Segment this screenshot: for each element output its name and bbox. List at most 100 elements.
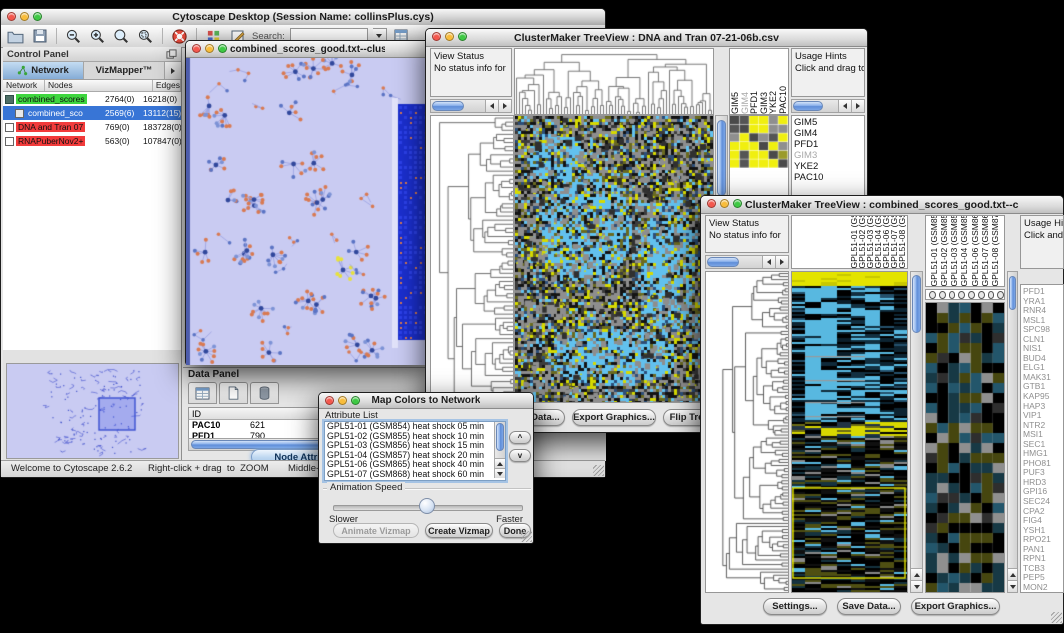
usage-hints-title: Usage Hints xyxy=(1024,218,1060,230)
close-button[interactable] xyxy=(432,32,441,41)
zoom-heatmap-canvas[interactable] xyxy=(926,303,1004,592)
open-file-button[interactable] xyxy=(6,27,25,46)
resize-grip[interactable] xyxy=(593,465,604,476)
edge-attribute-tab[interactable] xyxy=(219,382,248,404)
zoom-heatmap-canvas[interactable] xyxy=(730,116,788,168)
row-label[interactable]: PAC10 xyxy=(794,172,864,183)
network-list-row[interactable]: combined_scores 2764(0) 16218(0) xyxy=(3,92,181,106)
row-label[interactable]: GIM5 xyxy=(794,117,864,128)
tab-network[interactable]: Network xyxy=(3,62,84,79)
zoom-button[interactable] xyxy=(351,396,360,405)
delete-attribute-tab[interactable] xyxy=(250,382,279,404)
minimize-button[interactable] xyxy=(205,44,214,53)
attribute-item[interactable]: GPL51-07 (GSM868) heat shock 60 min xyxy=(325,470,505,480)
close-button[interactable] xyxy=(192,44,201,53)
node-attribute-tab[interactable] xyxy=(188,382,217,404)
gene-list-scrollbar[interactable] xyxy=(1007,271,1018,593)
zoom-out-button[interactable] xyxy=(64,27,83,46)
network-list-row[interactable]: RNAPuberNov2+ 563(0) 107847(0) xyxy=(3,134,181,148)
column-label[interactable]: GPL51-03 (GSM856 xyxy=(950,215,959,286)
dialog-title-bar[interactable]: Map Colors to Network xyxy=(319,393,533,409)
column-label[interactable]: GPL51-01 (GSM854 xyxy=(930,215,939,286)
listbox-scrollbar[interactable] xyxy=(494,422,505,478)
usage-scrollbar[interactable] xyxy=(791,99,865,113)
column-label[interactable]: GPL51-04 (GSM857 xyxy=(960,215,969,286)
column-header[interactable]: Network xyxy=(3,80,45,91)
row-dendrogram-canvas[interactable] xyxy=(431,116,513,402)
network-window-title-bar[interactable]: combined_scores_good.txt--cluste... xyxy=(186,41,429,58)
zoom-fit-button[interactable] xyxy=(112,27,131,46)
column-label[interactable]: PAC10 xyxy=(779,86,789,114)
zoom-heatmap-panel xyxy=(925,302,1005,593)
column-header[interactable]: Edges xyxy=(153,80,181,91)
network-view-canvas[interactable] xyxy=(186,58,429,365)
zoom-button[interactable] xyxy=(458,32,467,41)
save-button[interactable] xyxy=(30,27,49,46)
settings-button[interactable]: Settings... xyxy=(763,598,827,615)
close-button[interactable] xyxy=(707,199,716,208)
column-label[interactable]: GPL51-08 (GSM872 xyxy=(898,215,906,268)
treeview-dna-title: ClusterMaker TreeView : DNA and Tran 07-… xyxy=(514,32,779,44)
row-dendrogram-canvas[interactable] xyxy=(706,272,788,592)
status-scrollbar[interactable] xyxy=(705,255,789,269)
resize-grip[interactable] xyxy=(521,531,532,542)
save-data-button[interactable]: Save Data... xyxy=(837,598,901,615)
tab-vizmapper[interactable]: VizMapper™ xyxy=(84,62,165,79)
resize-grip[interactable] xyxy=(1051,612,1062,623)
zoom-region-icon xyxy=(137,28,154,45)
tab-overflow-button[interactable] xyxy=(165,62,181,79)
column-label[interactable]: GPL51-08 (GSM872 xyxy=(991,215,1000,286)
minimize-button[interactable] xyxy=(445,32,454,41)
network-overview-canvas[interactable] xyxy=(6,363,179,459)
usage-hints-text: Click and drag xyxy=(1024,230,1060,242)
global-heatmap-canvas[interactable] xyxy=(792,272,907,592)
network-list-row[interactable]: DNA and Tran 07 769(0) 183728(0) xyxy=(3,120,181,134)
treeview-combined-title-bar[interactable]: ClusterMaker TreeView : combined_scores_… xyxy=(701,196,1063,214)
network-nodes-count: 2569(6) xyxy=(105,108,143,118)
close-button[interactable] xyxy=(7,12,16,21)
main-title-bar[interactable]: Cytoscape Desktop (Session Name: collins… xyxy=(1,9,605,26)
column-label[interactable]: GPL51-02 (GSM855 xyxy=(940,215,949,286)
animation-speed-slider-thumb[interactable] xyxy=(419,498,435,514)
row-label[interactable]: YKE2 xyxy=(794,161,864,172)
global-heatmap-canvas[interactable] xyxy=(515,116,713,402)
zoom-button[interactable] xyxy=(218,44,227,53)
column-header[interactable]: Nodes xyxy=(45,80,153,91)
float-panel-icon[interactable] xyxy=(166,49,177,60)
minimize-button[interactable] xyxy=(20,12,29,21)
move-down-button[interactable]: v xyxy=(509,449,531,462)
zoom-button[interactable] xyxy=(733,199,742,208)
network-list-row[interactable]: combined_sco 2569(6) 13112(15) xyxy=(3,106,181,120)
column-header[interactable]: ID xyxy=(189,409,332,419)
export-graphics-button[interactable]: Export Graphics... xyxy=(572,409,656,426)
control-panel-title: Control Panel xyxy=(7,49,69,60)
folder-icon xyxy=(7,28,24,45)
create-vizmap-button[interactable]: Create Vizmap xyxy=(425,523,493,538)
minimize-button[interactable] xyxy=(338,396,347,405)
treeview-dna-title-bar[interactable]: ClusterMaker TreeView : DNA and Tran 07-… xyxy=(426,29,867,47)
heatmap-vertical-scrollbar[interactable] xyxy=(910,271,923,593)
gene-label[interactable]: MON2 xyxy=(1023,583,1063,593)
close-button[interactable] xyxy=(325,396,334,405)
move-up-button[interactable]: ^ xyxy=(509,431,531,444)
zoom-button[interactable] xyxy=(33,12,42,21)
column-dendrogram-canvas[interactable] xyxy=(515,49,713,114)
window-controls xyxy=(7,12,42,21)
status-scrollbar[interactable] xyxy=(430,99,512,113)
zoom-column-labels: GPL51-01 (GSM854GPL51-02 (GSM855GPL51-03… xyxy=(925,215,1005,287)
attribute-listbox[interactable]: GPL51-01 (GSM854) heat shock 05 minGPL51… xyxy=(324,421,506,481)
column-label[interactable]: GPL51-06 (GSM865 xyxy=(971,215,980,286)
export-graphics-button[interactable]: Export Graphics... xyxy=(911,598,1000,615)
usage-hints-panel: Usage Hints Click and drag to xyxy=(791,48,865,97)
network-name: RNAPuberNov2+ xyxy=(16,136,85,146)
zoom-selected-button[interactable] xyxy=(136,27,155,46)
row-label[interactable]: GIM3 xyxy=(794,150,864,161)
scroll-down-icon xyxy=(914,585,920,589)
zoom-in-button[interactable] xyxy=(88,27,107,46)
minimize-button[interactable] xyxy=(720,199,729,208)
row-label[interactable]: PFD1 xyxy=(794,139,864,150)
desktop: { "main_window": { "title": "Cytoscape D… xyxy=(0,0,1064,633)
animate-vizmap-button[interactable]: Animate Vizmap xyxy=(333,523,419,538)
row-label[interactable]: GIM4 xyxy=(794,128,864,139)
column-label[interactable]: GPL51-07 (GSM868 xyxy=(981,215,990,286)
